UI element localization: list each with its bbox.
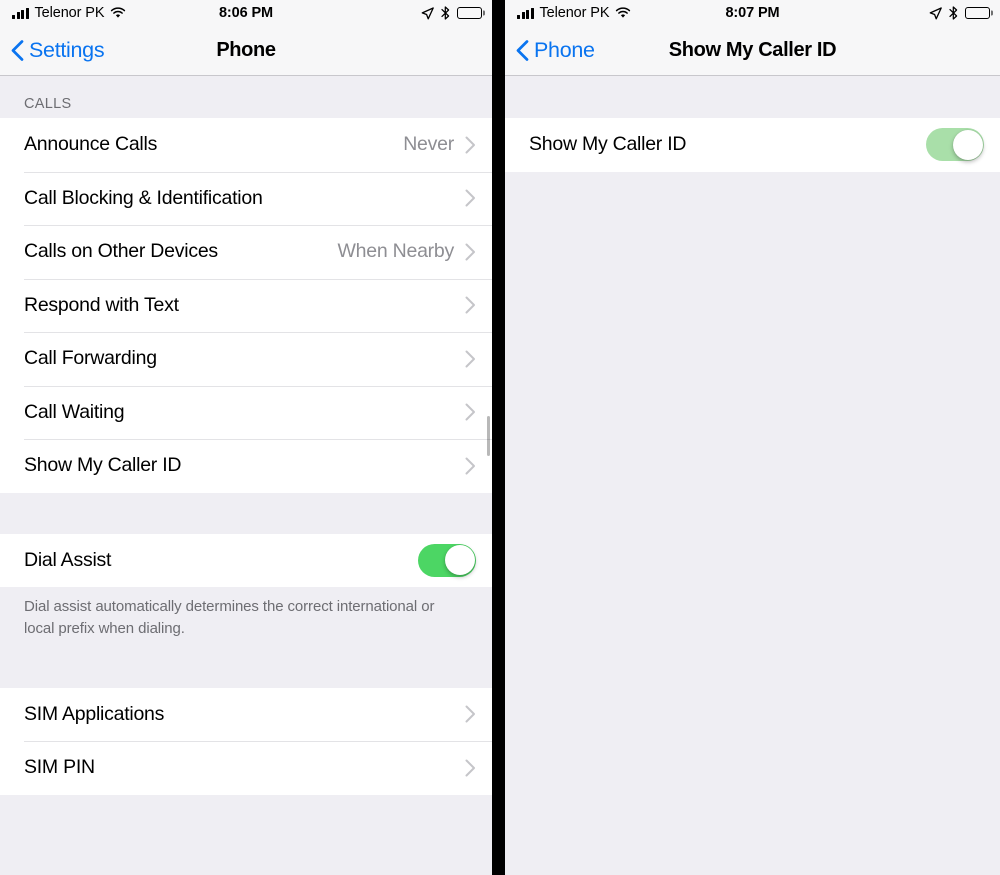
row-label: Show My Caller ID bbox=[529, 133, 687, 156]
row-label: SIM PIN bbox=[24, 756, 95, 779]
cellular-signal-icon bbox=[12, 7, 29, 19]
row-accessory bbox=[465, 759, 476, 777]
battery-icon bbox=[457, 7, 482, 19]
row-accessory bbox=[454, 350, 476, 368]
toggle-knob bbox=[444, 545, 475, 576]
location-arrow-icon bbox=[929, 6, 942, 20]
row-value: When Nearby bbox=[337, 240, 455, 263]
row-label: Dial Assist bbox=[24, 548, 112, 571]
row-call-forwarding[interactable]: Call Forwarding bbox=[0, 332, 492, 386]
nav-bar-right: Phone Show My Caller ID bbox=[505, 26, 1000, 76]
status-bar-left-cluster: Telenor PK bbox=[517, 5, 631, 21]
cellular-signal-icon bbox=[517, 7, 534, 19]
status-bar-left: Telenor PK 8:06 PM bbox=[0, 0, 492, 26]
dial-assist-toggle[interactable] bbox=[418, 543, 476, 577]
chevron-left-icon bbox=[516, 40, 529, 61]
back-button-label: Settings bbox=[29, 38, 105, 62]
location-arrow-icon bbox=[421, 6, 434, 20]
carrier-label: Telenor PK bbox=[539, 5, 610, 21]
group-gap bbox=[505, 76, 1000, 118]
row-announce-calls[interactable]: Announce Calls Never bbox=[0, 118, 492, 172]
chevron-right-icon bbox=[465, 243, 476, 261]
row-accessory bbox=[465, 705, 476, 723]
row-accessory bbox=[454, 457, 476, 475]
chevron-right-icon bbox=[465, 457, 476, 475]
row-label: Calls on Other Devices bbox=[24, 240, 218, 263]
row-accessory bbox=[454, 403, 476, 421]
row-call-waiting[interactable]: Call Waiting bbox=[0, 385, 492, 439]
settings-table-left: CALLS Announce Calls Never Call Blocking… bbox=[0, 76, 492, 874]
row-accessory bbox=[926, 128, 984, 162]
chevron-right-icon bbox=[465, 759, 476, 777]
calls-group: Announce Calls Never Call Blocking & Ide… bbox=[0, 118, 492, 493]
show-my-caller-id-screen: Telenor PK 8:07 PM Phone Show My Caller … bbox=[505, 0, 1000, 875]
status-bar-right: Telenor PK 8:07 PM bbox=[505, 0, 1000, 26]
row-accessory bbox=[454, 296, 476, 314]
row-accessory: Never bbox=[403, 133, 476, 156]
row-accessory bbox=[454, 189, 476, 207]
wifi-icon bbox=[110, 7, 126, 19]
status-bar-right-cluster bbox=[929, 6, 990, 20]
row-show-my-caller-id[interactable]: Show My Caller ID bbox=[505, 118, 1000, 172]
caller-id-group: Show My Caller ID bbox=[505, 118, 1000, 172]
row-show-my-caller-id[interactable]: Show My Caller ID bbox=[0, 439, 492, 493]
row-value: Never bbox=[403, 133, 454, 156]
wifi-icon bbox=[615, 7, 631, 19]
row-label: Call Forwarding bbox=[24, 347, 157, 370]
show-my-caller-id-toggle[interactable] bbox=[926, 128, 984, 162]
row-sim-pin[interactable]: SIM PIN bbox=[0, 741, 492, 795]
row-label: Respond with Text bbox=[24, 293, 179, 316]
chevron-right-icon bbox=[465, 189, 476, 207]
row-accessory: When Nearby bbox=[338, 240, 476, 263]
chevron-right-icon bbox=[465, 296, 476, 314]
screenshot-divider bbox=[492, 0, 505, 875]
settings-table-right: Show My Caller ID bbox=[505, 76, 1000, 874]
group-gap bbox=[0, 492, 492, 534]
status-bar-right-cluster bbox=[421, 6, 482, 20]
bluetooth-icon bbox=[441, 6, 450, 20]
dial-assist-footer: Dial assist automatically determines the… bbox=[0, 587, 492, 640]
row-dial-assist[interactable]: Dial Assist bbox=[0, 533, 492, 587]
chevron-right-icon bbox=[465, 403, 476, 421]
chevron-right-icon bbox=[465, 705, 476, 723]
nav-bar-left: Settings Phone bbox=[0, 26, 492, 76]
toggle-knob bbox=[952, 129, 983, 160]
battery-icon bbox=[965, 7, 990, 19]
carrier-label: Telenor PK bbox=[34, 5, 105, 21]
row-call-blocking-identification[interactable]: Call Blocking & Identification bbox=[0, 171, 492, 225]
row-label: Announce Calls bbox=[24, 133, 158, 156]
row-label: Call Blocking & Identification bbox=[24, 186, 263, 209]
back-button-label: Phone bbox=[534, 38, 595, 62]
row-respond-with-text[interactable]: Respond with Text bbox=[0, 278, 492, 332]
row-label: Call Waiting bbox=[24, 400, 125, 423]
dial-assist-group: Dial Assist bbox=[0, 533, 492, 587]
row-label: Show My Caller ID bbox=[24, 454, 182, 477]
back-button-settings[interactable]: Settings bbox=[11, 38, 105, 63]
chevron-right-icon bbox=[465, 350, 476, 368]
sim-group: SIM Applications SIM PIN bbox=[0, 687, 492, 795]
group-gap bbox=[0, 639, 492, 688]
scroll-indicator[interactable] bbox=[487, 416, 490, 456]
back-button-phone[interactable]: Phone bbox=[516, 38, 595, 63]
bluetooth-icon bbox=[949, 6, 958, 20]
dual-screenshot-container: Telenor PK 8:06 PM Settings Phone CALLS … bbox=[0, 0, 1000, 875]
chevron-left-icon bbox=[11, 40, 24, 61]
row-accessory bbox=[418, 543, 476, 577]
status-bar-left-cluster: Telenor PK bbox=[12, 5, 126, 21]
section-header-calls: CALLS bbox=[0, 76, 492, 118]
row-calls-on-other-devices[interactable]: Calls on Other Devices When Nearby bbox=[0, 225, 492, 279]
row-label: SIM Applications bbox=[24, 702, 165, 725]
row-sim-applications[interactable]: SIM Applications bbox=[0, 687, 492, 741]
phone-settings-screen: Telenor PK 8:06 PM Settings Phone CALLS … bbox=[0, 0, 492, 875]
chevron-right-icon bbox=[465, 136, 476, 154]
